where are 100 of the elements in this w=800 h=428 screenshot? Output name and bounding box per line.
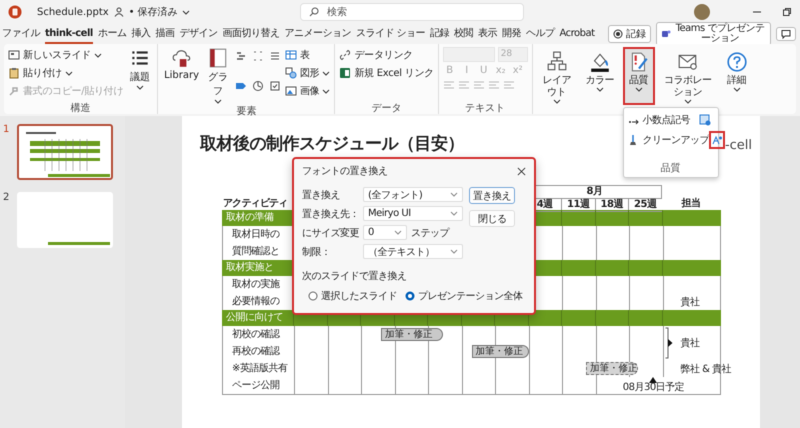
command-button[interactable]: レイアウト (536, 47, 577, 108)
caret-icon (634, 87, 643, 92)
data-link-button[interactable]: データリンク (339, 47, 434, 63)
checkbox-icon[interactable] (269, 80, 282, 92)
avatar[interactable] (694, 4, 710, 20)
command-button[interactable]: コラボレーション (658, 47, 718, 108)
radio-option[interactable]: プレゼンテーション全体 (405, 289, 522, 303)
dropdown-field[interactable]: Meiryo UI (363, 206, 463, 221)
activity-label: ページ公開 (231, 379, 280, 393)
owner-label: 貴社 (680, 296, 700, 308)
ribbon-tab[interactable]: ヘルプ (526, 24, 554, 44)
caret-icon (684, 99, 692, 104)
column-header: アクティビティ (222, 198, 288, 211)
unit-label: ステップ (411, 226, 449, 240)
gantt-icon[interactable] (235, 50, 248, 62)
app-icon (8, 5, 22, 19)
new-slide-button[interactable]: 新しいスライド (8, 47, 124, 63)
dialog-button[interactable]: 置き換え (469, 187, 515, 204)
restore-icon[interactable] (782, 7, 792, 17)
owner-label: 貴社 (680, 336, 700, 350)
ribbon-tab[interactable]: 画面切り替え (222, 24, 280, 44)
library-button[interactable]: Library (162, 47, 202, 104)
paste-button[interactable]: 貼り付け (8, 65, 124, 81)
section-title: 取材の準備 (225, 210, 275, 225)
ribbon-tab[interactable]: デザイン (179, 24, 218, 44)
menu-item[interactable]: 小数点記号 (628, 113, 690, 127)
caret-icon (214, 99, 222, 104)
slide-thumbnail[interactable] (17, 124, 113, 180)
bracket-icon (664, 327, 672, 359)
activity-label: 取材日時の (231, 228, 280, 242)
field-label: 置き換え (302, 188, 341, 202)
dialog-button[interactable]: 閉じる (469, 210, 515, 227)
dropdown-field[interactable]: (全フォント) (363, 187, 463, 202)
ribbon-tab[interactable]: 表示 (478, 24, 497, 44)
cloud-icon (170, 47, 193, 69)
command-button[interactable]: 品質 (622, 47, 655, 105)
teams-button[interactable]: Teams でプレゼンテーション (656, 22, 771, 46)
dropdown-field[interactable]: （全テキスト） (363, 244, 463, 259)
group-label: 要素 (235, 104, 258, 117)
activity-label: ※英語版共有 (231, 362, 288, 376)
ribbon-tab[interactable]: ホーム (98, 24, 126, 44)
ribbon-tab[interactable]: 開発 (502, 24, 521, 44)
slide-number: 1 (3, 124, 10, 135)
chart-button[interactable]: グラフ (205, 47, 232, 104)
spreadsheet-icon (339, 67, 352, 79)
ribbon-tab[interactable]: 描画 (155, 24, 174, 44)
slide-title: 取材後の制作スケジュール（目安） (200, 133, 464, 155)
chart-icon (207, 47, 230, 69)
field-label: 置き換え先： (302, 208, 359, 220)
caret-icon (450, 211, 458, 216)
caret-icon (322, 88, 330, 94)
agenda-button[interactable]: 議題 (127, 47, 154, 101)
caret-icon (596, 87, 604, 92)
ribbon-tab[interactable]: Acrobat (560, 24, 595, 44)
clock-icon[interactable] (252, 80, 264, 92)
caret-icon (732, 87, 741, 92)
teams-icon (661, 29, 671, 39)
section-title: 取材実施と (225, 260, 274, 275)
field-label: 制限： (302, 246, 332, 258)
column-header: 担当 (680, 198, 702, 211)
caret-icon (64, 70, 73, 76)
excel-link-button[interactable]: 新規 Excel リンク (339, 65, 434, 81)
file-name: Schedule.pptx (37, 6, 109, 18)
ribbon-tab[interactable]: ファイル (2, 24, 40, 44)
gantt-bar: 加筆・修正 (381, 328, 443, 341)
image-button[interactable]: 画像 (285, 83, 330, 99)
field-label: にサイズ変更 (302, 226, 359, 240)
slide-thumbnail[interactable] (17, 192, 113, 248)
shapes-button[interactable]: 図形 (285, 65, 330, 81)
activity-label: 必要情報の (231, 294, 280, 309)
close-icon[interactable] (517, 166, 526, 176)
ribbon-tab[interactable]: スライド ショー (356, 24, 425, 44)
option-button[interactable] (709, 131, 726, 149)
table-button[interactable]: 表 (285, 47, 330, 63)
layout-icon (546, 51, 568, 73)
person-icon (114, 7, 124, 17)
search-field[interactable]: 検索 (300, 3, 524, 21)
activity-label: 取材の実施 (231, 278, 281, 292)
list-icon[interactable] (269, 50, 282, 62)
ribbon-tab[interactable]: 挿入 (131, 24, 150, 44)
caret-icon (182, 10, 190, 14)
ribbon-tab[interactable]: 校閲 (454, 24, 473, 44)
tag-icon[interactable] (235, 80, 248, 92)
caret-icon (136, 85, 144, 90)
menu-item[interactable]: クリーンアップ (628, 133, 710, 147)
grid-icon[interactable] (252, 50, 264, 62)
search-icon (309, 7, 319, 17)
caret-icon (552, 99, 561, 104)
record-button[interactable]: 記録 (608, 25, 651, 43)
ribbon-tab[interactable]: 記録 (430, 24, 449, 44)
save-status[interactable]: • 保存済み (128, 5, 190, 19)
activity-label: 質問確認と (231, 244, 280, 259)
comment-button[interactable] (776, 27, 796, 41)
group-label: 構造 (70, 102, 92, 114)
command-button[interactable]: 詳細 (720, 47, 753, 105)
spin-field[interactable]: 0 (363, 225, 407, 240)
command-button[interactable]: カラー (580, 47, 620, 105)
slide-number: 2 (3, 192, 10, 203)
radio-option[interactable]: 選択したスライド (308, 289, 397, 303)
ribbon-tab[interactable]: アニメーション (284, 24, 351, 44)
